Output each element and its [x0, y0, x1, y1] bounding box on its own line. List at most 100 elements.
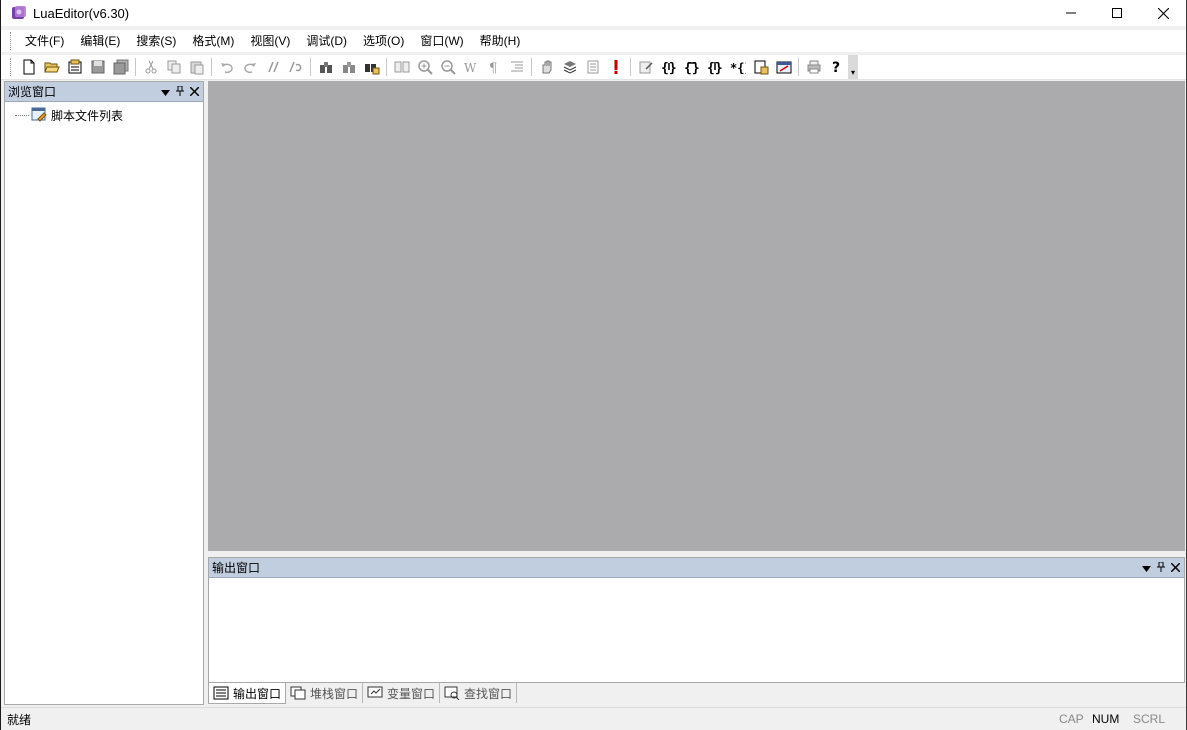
stack-layers-icon — [563, 61, 576, 74]
output-tabs: 输出窗口 堆栈窗口 变量窗口 查找窗口 — [208, 683, 1185, 705]
paste-icon — [190, 61, 203, 75]
pin-icon[interactable] — [1157, 561, 1165, 575]
book-button[interactable] — [390, 56, 413, 78]
browse-panel-header: 浏览窗口 — [5, 82, 203, 102]
menu-search[interactable]: 搜索(S) — [128, 30, 184, 52]
run-button[interactable] — [604, 56, 627, 78]
status-bar: 就绪 CAP NUM SCRL — [1, 707, 1186, 730]
list-button[interactable] — [581, 56, 604, 78]
undo-button[interactable] — [215, 56, 238, 78]
show-whitespace-button[interactable]: ¶ — [482, 56, 505, 78]
uncomment-button[interactable] — [284, 56, 307, 78]
pin-icon[interactable] — [176, 85, 184, 99]
zoom-out-button[interactable] — [436, 56, 459, 78]
maximize-button[interactable] — [1094, 0, 1140, 26]
toolbar-overflow-button[interactable]: ▾ — [848, 55, 858, 79]
copy-icon — [167, 60, 180, 74]
output-panel-controls — [1142, 561, 1184, 575]
cut-button[interactable] — [139, 56, 162, 78]
app-window: LuaEditor(v6.30) 文件(F) 编辑(E) 搜索(S) 格式(M)… — [0, 0, 1187, 730]
menubar-grip[interactable] — [10, 32, 13, 50]
paste-button[interactable] — [185, 56, 208, 78]
tab-find[interactable]: 查找窗口 — [440, 683, 518, 703]
project-icon — [68, 59, 81, 74]
hand-button[interactable] — [535, 56, 558, 78]
binoculars-icon — [319, 62, 332, 73]
tab-find-label: 查找窗口 — [464, 686, 513, 701]
uncomment-icon — [288, 61, 301, 73]
maximize-icon — [1112, 8, 1122, 18]
step-out-button[interactable]: {} — [703, 56, 726, 78]
toolbar-separator — [630, 58, 631, 76]
svg-text:?: ? — [832, 60, 840, 75]
tree-item-script-list[interactable]: 脚本文件列表 — [51, 107, 123, 124]
help-button[interactable]: ? — [825, 56, 848, 78]
redo-button[interactable] — [238, 56, 261, 78]
menu-window[interactable]: 窗口(W) — [412, 30, 471, 52]
save-all-button[interactable] — [109, 56, 132, 78]
indent-icon — [510, 61, 523, 72]
step-over-button[interactable]: {} — [680, 56, 703, 78]
menu-options[interactable]: 选项(O) — [355, 30, 412, 52]
menu-format[interactable]: 格式(M) — [184, 30, 242, 52]
main-toolbar: W ¶ {} {} {} *{} ? ▾ — [1, 55, 1186, 80]
menu-debug[interactable]: 调试(D) — [298, 30, 355, 52]
close-button[interactable] — [1140, 0, 1186, 26]
watch-button[interactable] — [749, 56, 772, 78]
chevron-down-icon: ▾ — [850, 68, 855, 77]
open-file-button[interactable] — [40, 56, 63, 78]
indent-button[interactable] — [505, 56, 528, 78]
comment-button[interactable] — [261, 56, 284, 78]
find-window-icon — [444, 686, 460, 700]
menu-file[interactable]: 文件(F) — [17, 30, 72, 52]
minimize-button[interactable] — [1048, 0, 1094, 26]
browse-panel-controls — [161, 85, 203, 99]
dropdown-arrow-icon[interactable] — [1142, 561, 1151, 575]
save-icon — [91, 60, 104, 74]
new-file-button[interactable] — [17, 56, 40, 78]
tab-stack[interactable]: 堆栈窗口 — [286, 683, 364, 703]
watch-icon — [754, 60, 768, 75]
step-out-icon: {} — [707, 61, 723, 75]
close-panel-icon[interactable] — [1170, 561, 1181, 575]
menu-edit[interactable]: 编辑(E) — [72, 30, 128, 52]
run-to-cursor-button[interactable]: *{} — [726, 56, 749, 78]
toolbar-separator — [310, 58, 311, 76]
copy-button[interactable] — [162, 56, 185, 78]
replace-button[interactable] — [360, 56, 383, 78]
toolbar-grip[interactable] — [10, 58, 13, 76]
scissors-icon — [145, 60, 156, 74]
menu-help[interactable]: 帮助(H) — [472, 30, 529, 52]
close-panel-icon[interactable] — [189, 85, 200, 99]
toolbar-separator — [386, 58, 387, 76]
hand-icon — [542, 60, 551, 74]
save-button[interactable] — [86, 56, 109, 78]
help-question-icon: ? — [832, 60, 840, 75]
word-wrap-button[interactable]: W — [459, 56, 482, 78]
binoculars-next-icon — [342, 62, 355, 73]
zoom-out-icon — [440, 60, 456, 75]
open-project-button[interactable] — [63, 56, 86, 78]
svg-text:¶: ¶ — [489, 61, 497, 75]
tab-output[interactable]: 输出窗口 — [208, 683, 287, 704]
zoom-in-button[interactable] — [413, 56, 436, 78]
variables-window-icon — [367, 686, 383, 698]
minimize-icon — [1066, 12, 1076, 14]
close-icon — [1157, 7, 1169, 19]
output-panel: 输出窗口 — [208, 557, 1185, 683]
tab-variables[interactable]: 变量窗口 — [363, 683, 441, 703]
find-button[interactable] — [314, 56, 337, 78]
svg-text:W: W — [464, 61, 477, 75]
step-into-button[interactable]: {} — [657, 56, 680, 78]
scroll-lock-indicator: SCRL — [1133, 712, 1166, 726]
step-over-icon: {} — [684, 61, 700, 75]
dropdown-arrow-icon[interactable] — [161, 85, 170, 99]
stack-button[interactable] — [558, 56, 581, 78]
menu-view[interactable]: 视图(V) — [242, 30, 298, 52]
status-text: 就绪 — [7, 712, 32, 727]
print-button[interactable] — [802, 56, 825, 78]
editor-workspace[interactable] — [208, 81, 1185, 551]
find-next-button[interactable] — [337, 56, 360, 78]
compile-button[interactable] — [634, 56, 657, 78]
breakpoint-button[interactable] — [772, 56, 795, 78]
